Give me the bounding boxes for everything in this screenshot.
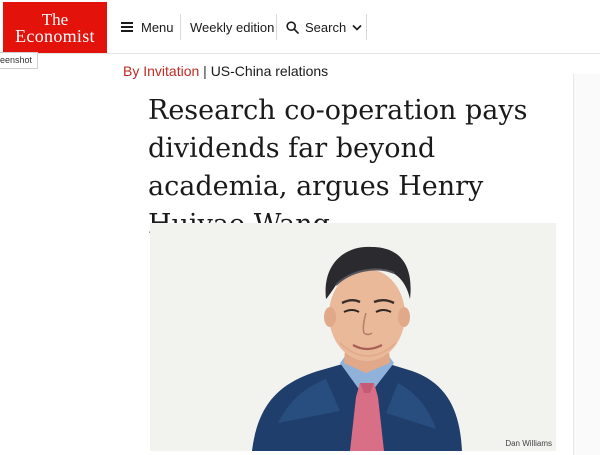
section-link[interactable]: By Invitation [123,63,199,79]
author-portrait-image [252,246,462,451]
article-headline: Research co-operation pays dividends far… [148,95,528,240]
page: The Economist Menu Weekly edition Search [0,0,600,455]
chevron-down-icon [352,24,362,31]
menu-label: Menu [141,19,174,35]
article-kicker: By Invitation | US-China relations [123,62,328,80]
right-sidebar-edge [573,74,600,455]
menu-button[interactable]: Menu [121,14,174,40]
search-label: Search [305,19,347,35]
kicker-separator: | [203,63,207,79]
economist-logo[interactable]: The Economist [3,2,107,54]
site-header: The Economist Menu Weekly edition Search [0,0,600,54]
logo-line-2: Economist [15,26,95,46]
search-button[interactable]: Search [286,14,362,40]
hamburger-menu-icon [121,22,133,32]
nav-divider [366,14,367,40]
topic-link[interactable]: US-China relations [211,63,329,79]
nav-divider [276,14,277,40]
weekly-edition-label: Weekly edition [190,19,275,35]
search-icon [286,20,299,34]
image-credit: Dan Williams [505,439,552,448]
nav-divider [180,14,181,40]
header-rule [0,53,600,54]
screenshot-tooltip: eenshot [0,52,39,69]
weekly-edition-link[interactable]: Weekly edition [190,14,274,40]
author-illustration: Dan Williams [150,223,556,451]
